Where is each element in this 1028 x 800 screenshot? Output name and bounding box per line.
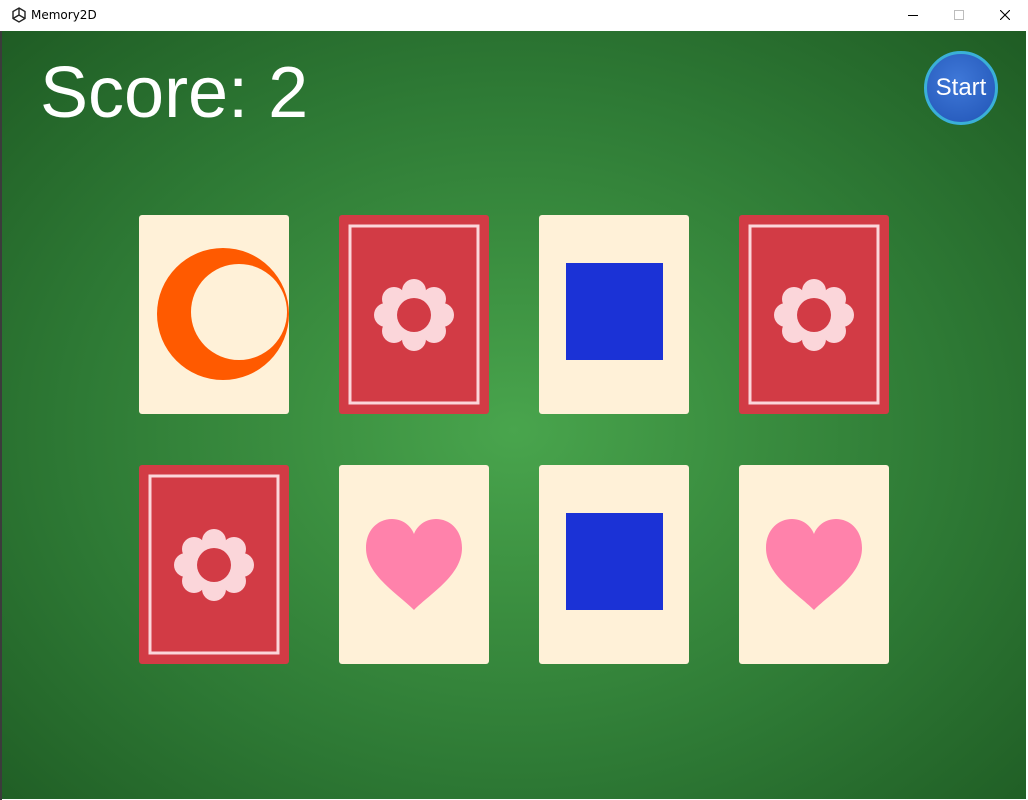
heart-icon — [766, 519, 862, 610]
start-button[interactable]: Start — [924, 51, 998, 125]
blue-square-icon — [566, 513, 663, 610]
title-bar: Memory2D — [0, 0, 1028, 31]
window-title: Memory2D — [31, 8, 97, 22]
blue-square-icon — [566, 263, 663, 360]
unity-icon — [12, 7, 26, 23]
close-button[interactable] — [982, 0, 1028, 31]
card-4[interactable] — [739, 215, 889, 414]
flower-back-icon — [348, 224, 480, 405]
card-7[interactable] — [539, 465, 689, 664]
card-2[interactable] — [339, 215, 489, 414]
start-button-label: Start — [935, 74, 987, 101]
flower-back-icon — [148, 474, 280, 655]
score-label: Score: 2 — [40, 53, 309, 133]
close-icon — [1000, 10, 1010, 20]
card-1[interactable] — [139, 215, 289, 414]
minimize-button[interactable] — [890, 0, 936, 31]
maximize-button[interactable] — [936, 0, 982, 31]
maximize-icon — [954, 10, 964, 20]
game-board: Score: 2 Start — [2, 31, 1026, 799]
card-8[interactable] — [739, 465, 889, 664]
flower-back-icon — [748, 224, 880, 405]
heart-icon — [366, 519, 462, 610]
card-6[interactable] — [339, 465, 489, 664]
minimize-icon — [908, 15, 918, 16]
card-5[interactable] — [139, 465, 289, 664]
card-3[interactable] — [539, 215, 689, 414]
crescent-moon-icon — [157, 248, 289, 380]
